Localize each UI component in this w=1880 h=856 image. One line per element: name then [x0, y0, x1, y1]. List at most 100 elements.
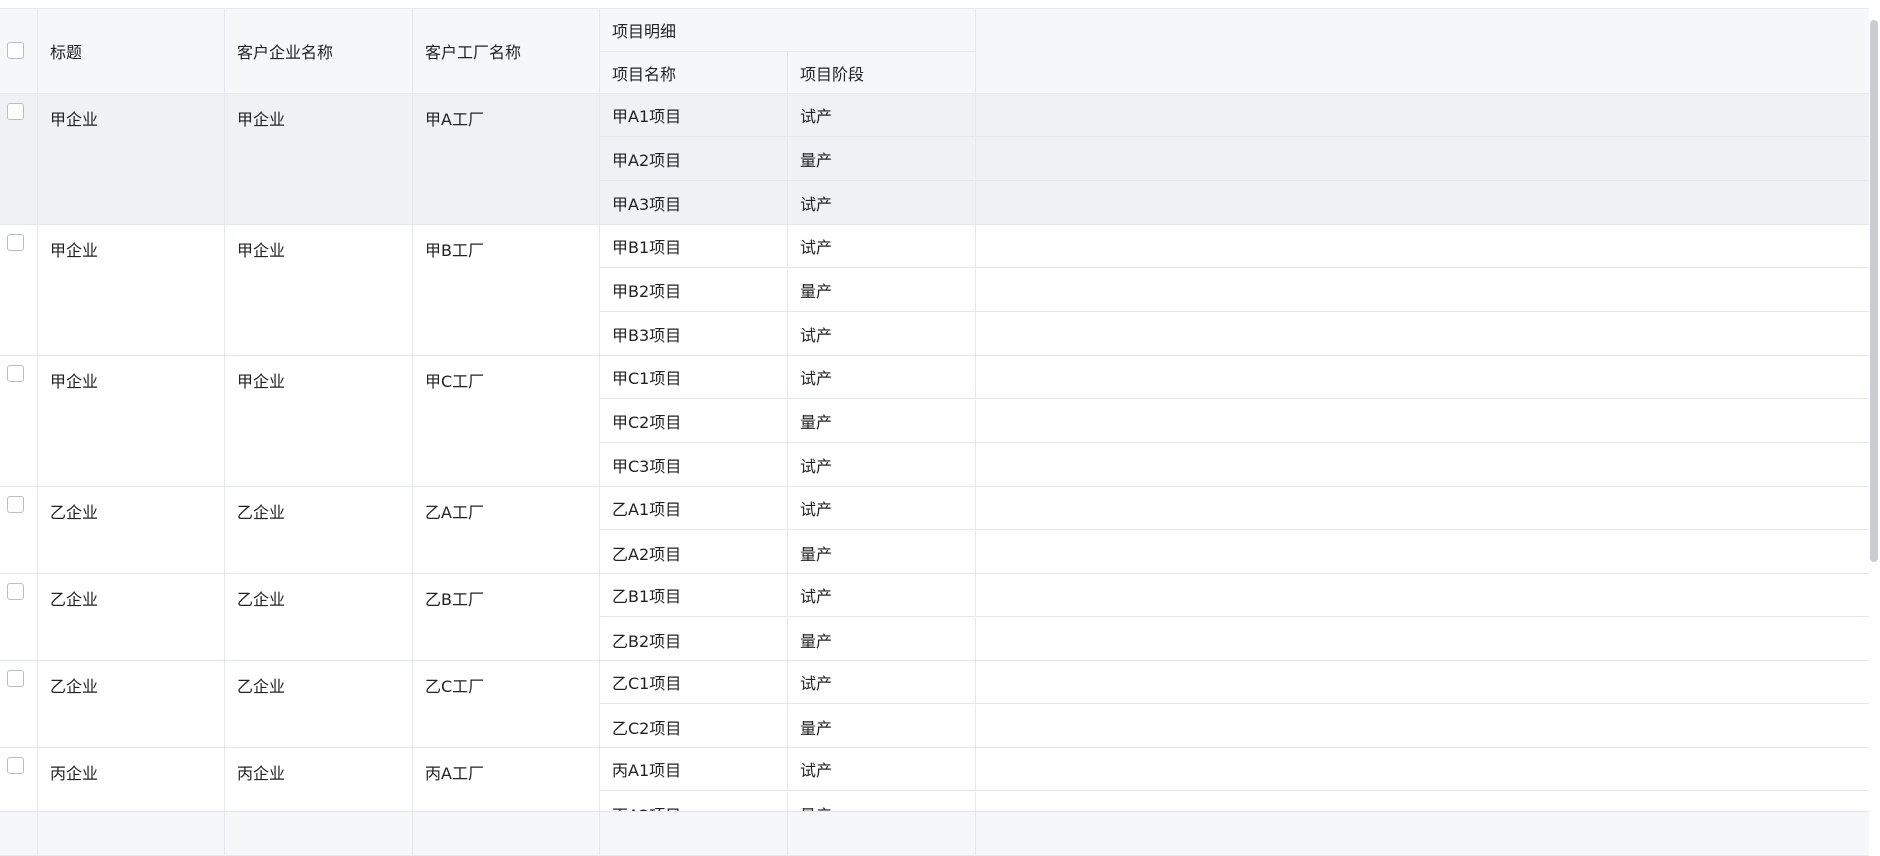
- row-checkbox[interactable]: [7, 365, 24, 382]
- cell-project-stage: 量产: [788, 618, 976, 661]
- table-row[interactable]: 丙企业丙企业丙A工厂丙A1项目试产丙A2项目量产: [0, 748, 1869, 811]
- select-all-checkbox[interactable]: [7, 42, 24, 59]
- table-footer: [0, 811, 1869, 855]
- row-checkbox[interactable]: [7, 670, 24, 687]
- cell-project-name: 甲A2项目: [600, 138, 788, 180]
- row-select-cell: [0, 574, 38, 660]
- data-table: 标题 客户企业名称 客户工厂名称 项目明细 项目名称 项目阶段 甲企业 甲企业 甲A…: [0, 8, 1869, 856]
- cell-project-stage: 试产: [788, 574, 976, 616]
- table-body: 甲企业 甲企业 甲A工厂 甲A1项目 试产 甲A2项目 量产 甲A3项目 试产 甲企业 甲企业 甲B工…: [0, 94, 1869, 811]
- table-row[interactable]: 甲企业 甲企业 甲A工厂 甲A1项目 试产 甲A2项目 量产 甲A3项目 试产: [0, 94, 1869, 225]
- header-project-detail: 项目明细: [600, 9, 976, 51]
- footer-cell: [38, 812, 225, 855]
- project-subrow[interactable]: 甲B1项目 试产: [600, 225, 1869, 268]
- cell-project-name: 乙B1项目: [600, 574, 788, 616]
- cell-customer-company: 丙企业: [225, 748, 413, 811]
- row-checkbox[interactable]: [7, 583, 24, 600]
- header-title[interactable]: 标题: [38, 9, 225, 93]
- header-project-name[interactable]: 项目名称: [600, 52, 788, 93]
- cell-project-name: 乙C1项目: [600, 661, 788, 703]
- header-project-stage[interactable]: 项目阶段: [788, 52, 976, 93]
- footer-cell: [600, 812, 788, 855]
- cell-project-name: 甲A1项目: [600, 94, 788, 136]
- row-select-cell: [0, 94, 38, 224]
- cell-project-name: 甲C1项目: [600, 356, 788, 398]
- cell-project-stage: 试产: [788, 356, 976, 398]
- row-checkbox[interactable]: [7, 757, 24, 774]
- cell-customer-factory: 甲A工厂: [413, 94, 600, 224]
- table-row[interactable]: 乙企业 乙企业 乙C工厂 乙C1项目 试产 乙C2项目 量产: [0, 661, 1869, 748]
- cell-customer-company: 甲企业: [225, 356, 413, 486]
- project-subrow[interactable]: 乙C2项目 量产: [600, 705, 1869, 748]
- cell-project-stage: 试产: [788, 94, 976, 136]
- row-checkbox[interactable]: [7, 103, 24, 120]
- row-select-cell: [0, 748, 38, 811]
- cell-project-stage: 量产: [788, 792, 976, 811]
- project-subrow[interactable]: 乙B1项目 试产: [600, 574, 1869, 617]
- footer-cell: [0, 812, 38, 855]
- vertical-scrollbar[interactable]: [1869, 8, 1880, 854]
- cell-customer-factory: 乙B工厂: [413, 574, 600, 660]
- table-row[interactable]: 乙企业 乙企业 乙B工厂 乙B1项目 试产 乙B2项目 量产: [0, 574, 1869, 661]
- row-checkbox[interactable]: [7, 234, 24, 251]
- table-row[interactable]: 甲企业 甲企业 甲B工厂 甲B1项目 试产 甲B2项目 量产 甲B3项目 试产: [0, 225, 1869, 356]
- row-select-cell: [0, 661, 38, 747]
- cell-project-stage: 试产: [788, 181, 976, 224]
- cell-customer-company: 甲企业: [225, 94, 413, 224]
- cell-project-name: 乙C2项目: [600, 705, 788, 748]
- cell-project-stage: 试产: [788, 312, 976, 355]
- project-subrow[interactable]: 甲A3项目 试产: [600, 181, 1869, 224]
- project-subrow[interactable]: 乙B2项目 量产: [600, 618, 1869, 661]
- row-checkbox[interactable]: [7, 496, 24, 513]
- cell-project-stage: 量产: [788, 138, 976, 180]
- cell-title: 甲企业: [38, 225, 225, 355]
- cell-project-name: 甲B2项目: [600, 269, 788, 311]
- header-select-cell: [0, 9, 38, 93]
- cell-project-name: 乙A1项目: [600, 487, 788, 529]
- cell-title: 乙企业: [38, 487, 225, 573]
- cell-project-name: 甲B1项目: [600, 225, 788, 267]
- cell-customer-company: 乙企业: [225, 661, 413, 747]
- cell-title: 甲企业: [38, 94, 225, 224]
- footer-cell: [788, 812, 976, 855]
- table-row[interactable]: 乙企业 乙企业 乙A工厂 乙A1项目 试产 乙A2项目 量产: [0, 487, 1869, 574]
- scrollbar-thumb[interactable]: [1870, 20, 1878, 562]
- project-subrow[interactable]: 甲A2项目 量产: [600, 138, 1869, 181]
- footer-cell: [413, 812, 600, 855]
- header-customer-company[interactable]: 客户企业名称: [225, 9, 413, 93]
- project-subrow[interactable]: 甲C2项目 量产: [600, 400, 1869, 443]
- project-subrow[interactable]: 甲B3项目 试产: [600, 312, 1869, 355]
- project-subrow[interactable]: 甲B2项目 量产: [600, 269, 1869, 312]
- cell-project-stage: 试产: [788, 487, 976, 529]
- project-subrow[interactable]: 甲A1项目 试产: [600, 94, 1869, 137]
- cell-project-stage: 量产: [788, 705, 976, 748]
- cell-title: 乙企业: [38, 574, 225, 660]
- cell-customer-company: 乙企业: [225, 574, 413, 660]
- cell-project-stage: 试产: [788, 225, 976, 267]
- row-select-cell: [0, 225, 38, 355]
- project-subrow[interactable]: 乙C1项目 试产: [600, 661, 1869, 704]
- table-header: 标题 客户企业名称 客户工厂名称 项目明细 项目名称 项目阶段: [0, 9, 1869, 94]
- project-subrow[interactable]: 丙A1项目 试产: [600, 748, 1869, 791]
- project-subrow[interactable]: 甲C1项目 试产: [600, 356, 1869, 399]
- cell-customer-factory: 乙A工厂: [413, 487, 600, 573]
- cell-project-name: 乙A2项目: [600, 531, 788, 574]
- cell-project-name: 丙A1项目: [600, 748, 788, 790]
- project-subrow[interactable]: 乙A1项目 试产: [600, 487, 1869, 530]
- cell-title: 乙企业: [38, 661, 225, 747]
- cell-project-stage: 试产: [788, 661, 976, 703]
- row-select-cell: [0, 356, 38, 486]
- cell-project-stage: 量产: [788, 269, 976, 311]
- footer-cell: [225, 812, 413, 855]
- project-subrow[interactable]: 乙A2项目 量产: [600, 531, 1869, 574]
- header-customer-factory[interactable]: 客户工厂名称: [413, 9, 600, 93]
- cell-project-name: 甲C2项目: [600, 400, 788, 442]
- project-subrow[interactable]: 丙A2项目量产: [600, 792, 1869, 811]
- project-subrow[interactable]: 甲C3项目 试产: [600, 443, 1869, 486]
- cell-project-name: 甲B3项目: [600, 312, 788, 355]
- table-row[interactable]: 甲企业 甲企业 甲C工厂 甲C1项目 试产 甲C2项目 量产 甲C3项目 试产: [0, 356, 1869, 487]
- cell-title: 丙企业: [38, 748, 225, 811]
- cell-project-stage: 量产: [788, 400, 976, 442]
- cell-customer-factory: 甲B工厂: [413, 225, 600, 355]
- cell-customer-company: 甲企业: [225, 225, 413, 355]
